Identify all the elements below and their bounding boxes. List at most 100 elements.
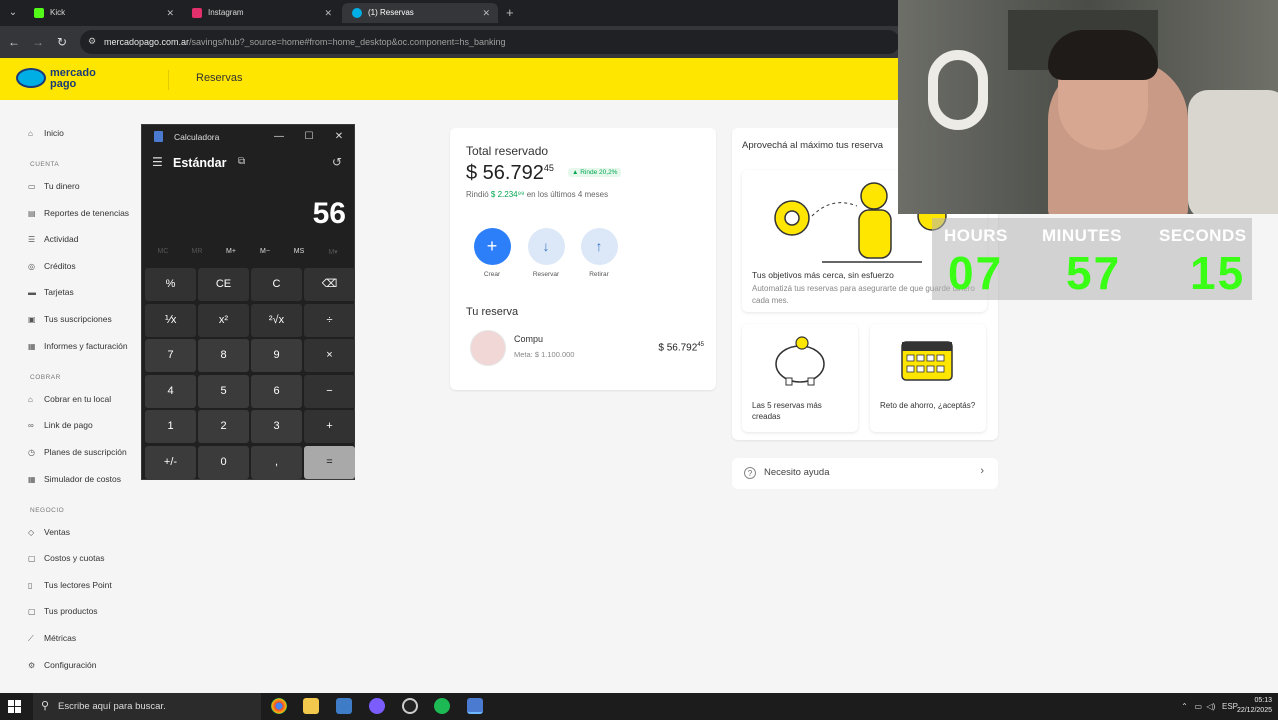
- sidebar-item-ventas[interactable]: ◇ Ventas: [28, 526, 70, 539]
- decimal-key[interactable]: ,: [251, 445, 302, 479]
- clock[interactable]: 05:13 22/12/2025: [1237, 696, 1272, 716]
- help-button[interactable]: ? Necesito ayuda ›: [732, 458, 998, 489]
- nav-reservas[interactable]: Reservas: [196, 72, 242, 84]
- deposit-icon: ↓: [527, 228, 565, 265]
- withdraw-icon: ↑: [580, 228, 618, 265]
- file-explorer-icon[interactable]: [303, 698, 319, 714]
- top-reservas-card[interactable]: Las 5 reservas más creadas: [742, 324, 858, 432]
- subscription-icon: ▣: [28, 315, 36, 324]
- clear-key[interactable]: C: [251, 268, 302, 301]
- sidebar-item-creditos[interactable]: ◎ Créditos: [28, 260, 76, 273]
- forward-icon[interactable]: →: [30, 34, 46, 50]
- retirar-button[interactable]: ↑ Retirar: [579, 228, 619, 278]
- language-indicator[interactable]: ESP: [1222, 702, 1238, 711]
- spotify-icon[interactable]: [434, 698, 450, 714]
- calculator-header: ☰ Estándar ⧉ ↺: [142, 153, 354, 175]
- ce-key[interactable]: CE: [198, 268, 249, 301]
- tab-search-icon[interactable]: ⌄: [4, 5, 22, 21]
- sidebar-item-informes[interactable]: ▦ Informes y facturación: [28, 340, 128, 353]
- close-icon[interactable]: ✕: [166, 3, 174, 23]
- sidebar-item-tarjetas[interactable]: ▬ Tarjetas: [28, 286, 74, 299]
- m-minus-button[interactable]: M−: [248, 248, 282, 255]
- mc-button[interactable]: MC: [146, 248, 180, 255]
- windows-start-icon[interactable]: [8, 700, 22, 714]
- negate-key[interactable]: +/-: [145, 445, 196, 479]
- search-icon: ⚲: [41, 700, 50, 712]
- digit-5-key[interactable]: 5: [198, 374, 249, 408]
- back-icon[interactable]: ←: [6, 34, 22, 50]
- close-icon[interactable]: ✕: [324, 125, 354, 149]
- close-icon[interactable]: ✕: [482, 3, 490, 23]
- digit-0-key[interactable]: 0: [198, 445, 249, 479]
- minimize-icon[interactable]: —: [264, 125, 294, 149]
- maximize-icon[interactable]: ☐: [294, 125, 324, 149]
- sidebar-item-cobrar-local[interactable]: ⌂ Cobrar en tu local: [28, 393, 111, 406]
- close-icon[interactable]: ✕: [324, 3, 332, 23]
- sidebar-item-lectores[interactable]: ▯ Tus lectores Point: [28, 579, 112, 592]
- sidebar-item-link-pago[interactable]: ∞ Link de pago: [28, 419, 93, 432]
- calculator-taskbar-icon[interactable]: [467, 698, 483, 714]
- tab-reservas[interactable]: (1) Reservas ✕: [342, 3, 498, 23]
- sidebar-item-costos[interactable]: ▢ Costos y cuotas: [28, 552, 104, 565]
- digit-1-key[interactable]: 1: [145, 410, 196, 443]
- sidebar-item-configuracion[interactable]: ⚙ Configuración: [28, 659, 96, 672]
- sqrt-key[interactable]: ²√x: [251, 303, 302, 337]
- sidebar-item-metricas[interactable]: ⟋ Métricas: [28, 632, 76, 645]
- reserva-item[interactable]: Compu Meta: $ 1.100.000 $ 56.79245: [466, 330, 704, 368]
- reservar-button[interactable]: ↓ Reservar: [526, 228, 566, 278]
- backspace-key[interactable]: ⌫: [304, 268, 355, 301]
- sidebar-item-inicio[interactable]: ⌂ Inicio: [28, 127, 64, 140]
- rindio-text: Rindió $ 2.234⁹⁹ en los últimos 4 meses: [466, 190, 609, 199]
- subtract-key[interactable]: −: [304, 374, 355, 408]
- sidebar-item-planes[interactable]: ◷ Planes de suscripción: [28, 446, 127, 459]
- digit-6-key[interactable]: 6: [251, 374, 302, 408]
- tab-instagram[interactable]: Instagram ✕: [182, 3, 340, 23]
- network-icon[interactable]: ▭: [1194, 702, 1202, 711]
- calculator-titlebar[interactable]: Calculadora — ☐ ✕: [142, 125, 354, 149]
- sidebar-item-simulador[interactable]: ▦ Simulador de costos: [28, 473, 121, 486]
- chevron-up-icon[interactable]: ⌃: [1181, 702, 1188, 711]
- reload-icon[interactable]: ↻: [54, 34, 70, 50]
- equals-key[interactable]: =: [304, 445, 355, 479]
- divide-key[interactable]: ÷: [304, 303, 355, 337]
- sidebar-item-actividad[interactable]: ☰ Actividad: [28, 233, 79, 246]
- mercadopago-logo[interactable]: mercado pago: [16, 67, 106, 91]
- history-icon[interactable]: ↺: [332, 155, 342, 169]
- reciprocal-key[interactable]: ⅟x: [145, 303, 196, 337]
- add-key[interactable]: +: [304, 410, 355, 443]
- ms-button[interactable]: MS: [282, 248, 316, 255]
- crear-button[interactable]: + Crear: [472, 228, 512, 278]
- sidebar-item-reportes[interactable]: ▤ Reportes de tenencias: [28, 207, 129, 220]
- percent-key[interactable]: %: [145, 268, 196, 301]
- address-bar[interactable]: ⚙ mercadopago.com.ar/savings/hub?_source…: [80, 30, 900, 54]
- tab-kick[interactable]: Kick ✕: [24, 3, 182, 23]
- taskbar-search[interactable]: ⚲ Escribe aquí para buscar.: [33, 693, 261, 720]
- keep-on-top-icon[interactable]: ⧉: [238, 156, 245, 167]
- mr-button[interactable]: MR: [180, 248, 214, 255]
- app-icon[interactable]: [336, 698, 352, 714]
- sidebar-item-suscripciones[interactable]: ▣ Tus suscripciones: [28, 313, 112, 326]
- digit-8-key[interactable]: 8: [198, 339, 249, 372]
- m-plus-button[interactable]: M+: [214, 248, 248, 255]
- square-key[interactable]: x²: [198, 303, 249, 337]
- discord-icon[interactable]: [369, 698, 385, 714]
- digit-4-key[interactable]: 4: [145, 374, 196, 408]
- digit-2-key[interactable]: 2: [198, 410, 249, 443]
- digit-7-key[interactable]: 7: [145, 339, 196, 372]
- digit-9-key[interactable]: 9: [251, 339, 302, 372]
- multiply-key[interactable]: ×: [304, 339, 355, 372]
- site-info-icon[interactable]: ⚙: [88, 36, 99, 47]
- new-tab-button[interactable]: +: [506, 5, 514, 21]
- hamburger-menu-icon[interactable]: ☰: [152, 155, 163, 169]
- url-text: mercadopago.com.ar/savings/hub?_source=h…: [104, 37, 506, 47]
- hours-value: 07: [948, 247, 1004, 299]
- obs-icon[interactable]: [402, 698, 418, 714]
- reto-ahorro-card[interactable]: Reto de ahorro, ¿aceptás?: [870, 324, 986, 432]
- sidebar-item-tu-dinero[interactable]: ▭ Tu dinero: [28, 180, 80, 193]
- memory-list-button[interactable]: M▾: [316, 248, 350, 256]
- volume-icon[interactable]: ◁): [1206, 702, 1215, 711]
- piggy-icon: [470, 330, 506, 366]
- sidebar-item-productos[interactable]: ▢ Tus productos: [28, 605, 98, 618]
- digit-3-key[interactable]: 3: [251, 410, 302, 443]
- chrome-icon[interactable]: [271, 698, 287, 714]
